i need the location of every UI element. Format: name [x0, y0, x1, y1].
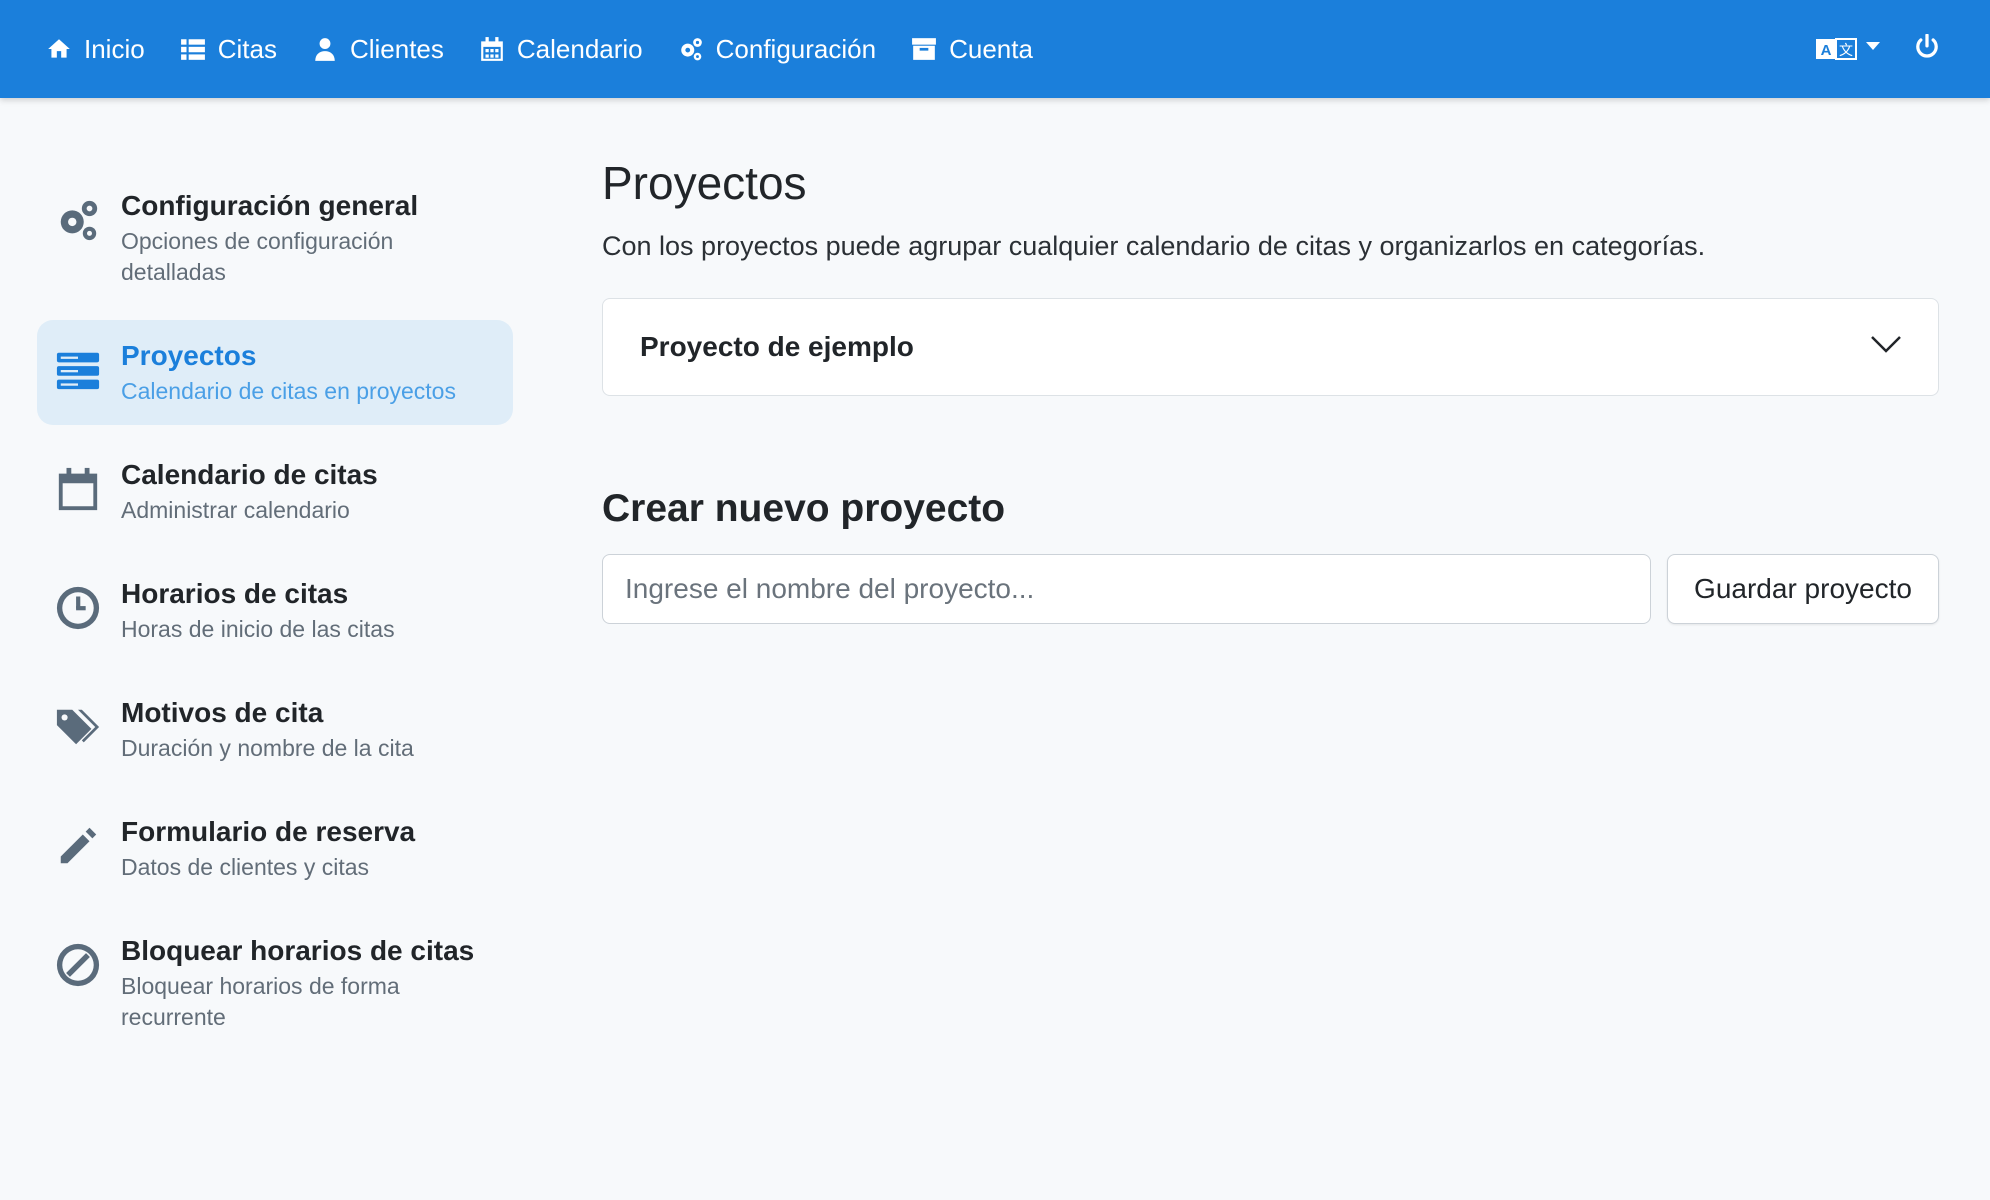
ban-icon — [55, 933, 111, 989]
language-dropdown[interactable]: A 文 — [1816, 36, 1880, 62]
sidebar-item-title: Bloquear horarios de citas — [121, 935, 475, 966]
calendar-icon — [55, 457, 111, 513]
clock-icon — [55, 576, 111, 632]
save-project-button[interactable]: Guardar proyecto — [1667, 554, 1939, 624]
sidebar-item-subtitle: Bloquear horarios de forma recurrente — [121, 973, 400, 1030]
nav-label: Configuración — [715, 33, 877, 64]
sidebar-item-horarios-de-citas[interactable]: Horarios de citas Horas de inicio de las… — [37, 558, 513, 663]
sidebar-item-calendario-de-citas[interactable]: Calendario de citas Administrar calendar… — [37, 439, 513, 544]
page-title: Proyectos — [602, 157, 807, 209]
project-name-input[interactable] — [602, 554, 1651, 624]
nav-label: Clientes — [349, 33, 444, 64]
svg-text:文: 文 — [1839, 43, 1853, 59]
sidebar-item-formulario-de-reserva[interactable]: Formulario de reserva Datos de clientes … — [37, 796, 513, 901]
project-accordion-item[interactable]: Proyecto de ejemplo — [602, 298, 1939, 396]
sidebar-item-title: Calendario de citas — [121, 459, 378, 490]
sidebar-item-title: Formulario de reserva — [121, 816, 416, 847]
sidebar-item-subtitle: Datos de clientes y citas — [121, 854, 370, 880]
nav-label: Calendario — [516, 33, 643, 64]
logout-button[interactable] — [1914, 32, 1940, 65]
page-description: Con los proyectos puede agrupar cualquie… — [602, 231, 1706, 261]
sidebar-item-subtitle: Calendario de citas en proyectos — [121, 378, 456, 404]
pencil-icon — [55, 814, 111, 870]
sidebar-item-subtitle: Opciones de configuración detalladas — [121, 228, 394, 285]
chevron-down-icon — [1866, 42, 1880, 50]
cogs-icon — [680, 38, 702, 61]
sidebar-item-title: Proyectos — [121, 340, 257, 371]
sidebar-item-subtitle: Duración y nombre de la cita — [121, 735, 414, 761]
sidebar-item-title: Configuración general — [121, 190, 419, 221]
list-icon — [180, 39, 205, 60]
nav-label: Inicio — [84, 33, 145, 64]
nav-item-clientes[interactable]: Clientes — [312, 34, 444, 65]
main-content: Proyectos Con los proyectos puede agrupa… — [602, 150, 1939, 624]
sidebar-item-motivos-de-cita[interactable]: Motivos de cita Duración y nombre de la … — [37, 677, 513, 782]
chevron-down-icon — [1870, 335, 1902, 360]
home-icon — [48, 39, 70, 58]
sidebar-item-title: Horarios de citas — [121, 578, 349, 609]
archive-icon — [912, 38, 936, 60]
nav-label: Citas — [217, 33, 277, 64]
nav-menu: Inicio Citas Clientes Calendario Configu… — [46, 34, 1068, 65]
top-navbar: Inicio Citas Clientes Calendario Configu… — [0, 0, 1990, 98]
sidebar-item-subtitle: Horas de inicio de las citas — [121, 616, 395, 642]
nav-item-citas[interactable]: Citas — [180, 34, 277, 65]
nav-right: A 文 — [1816, 0, 1990, 98]
settings-sidebar: Configuración general Opciones de config… — [37, 170, 513, 1065]
user-icon — [315, 38, 335, 61]
sidebar-item-bloquear-horarios[interactable]: Bloquear horarios de citas Bloquear hora… — [37, 915, 513, 1051]
power-icon — [1916, 32, 1938, 58]
sidebar-item-configuracion-general[interactable]: Configuración general Opciones de config… — [37, 170, 513, 306]
nav-item-configuracion[interactable]: Configuración — [678, 34, 876, 65]
project-name: Proyecto de ejemplo — [640, 331, 914, 362]
tags-icon — [55, 695, 111, 751]
nav-label: Cuenta — [949, 33, 1033, 64]
sidebar-item-title: Motivos de cita — [121, 697, 324, 728]
nav-item-inicio[interactable]: Inicio — [46, 34, 145, 65]
cogs-icon — [55, 188, 111, 244]
calendar-icon — [481, 37, 503, 61]
nav-item-calendario[interactable]: Calendario — [479, 34, 643, 65]
sidebar-item-proyectos[interactable]: Proyectos Calendario de citas en proyect… — [37, 320, 513, 425]
sidebar-item-subtitle: Administrar calendario — [121, 497, 350, 523]
create-project-form: Guardar proyecto — [602, 554, 1939, 624]
nav-item-cuenta[interactable]: Cuenta — [911, 34, 1033, 65]
translate-icon: A 文 — [1816, 38, 1857, 60]
create-project-title: Crear nuevo proyecto — [602, 487, 1006, 530]
svg-text:A: A — [1821, 42, 1832, 59]
server-icon — [55, 338, 111, 394]
